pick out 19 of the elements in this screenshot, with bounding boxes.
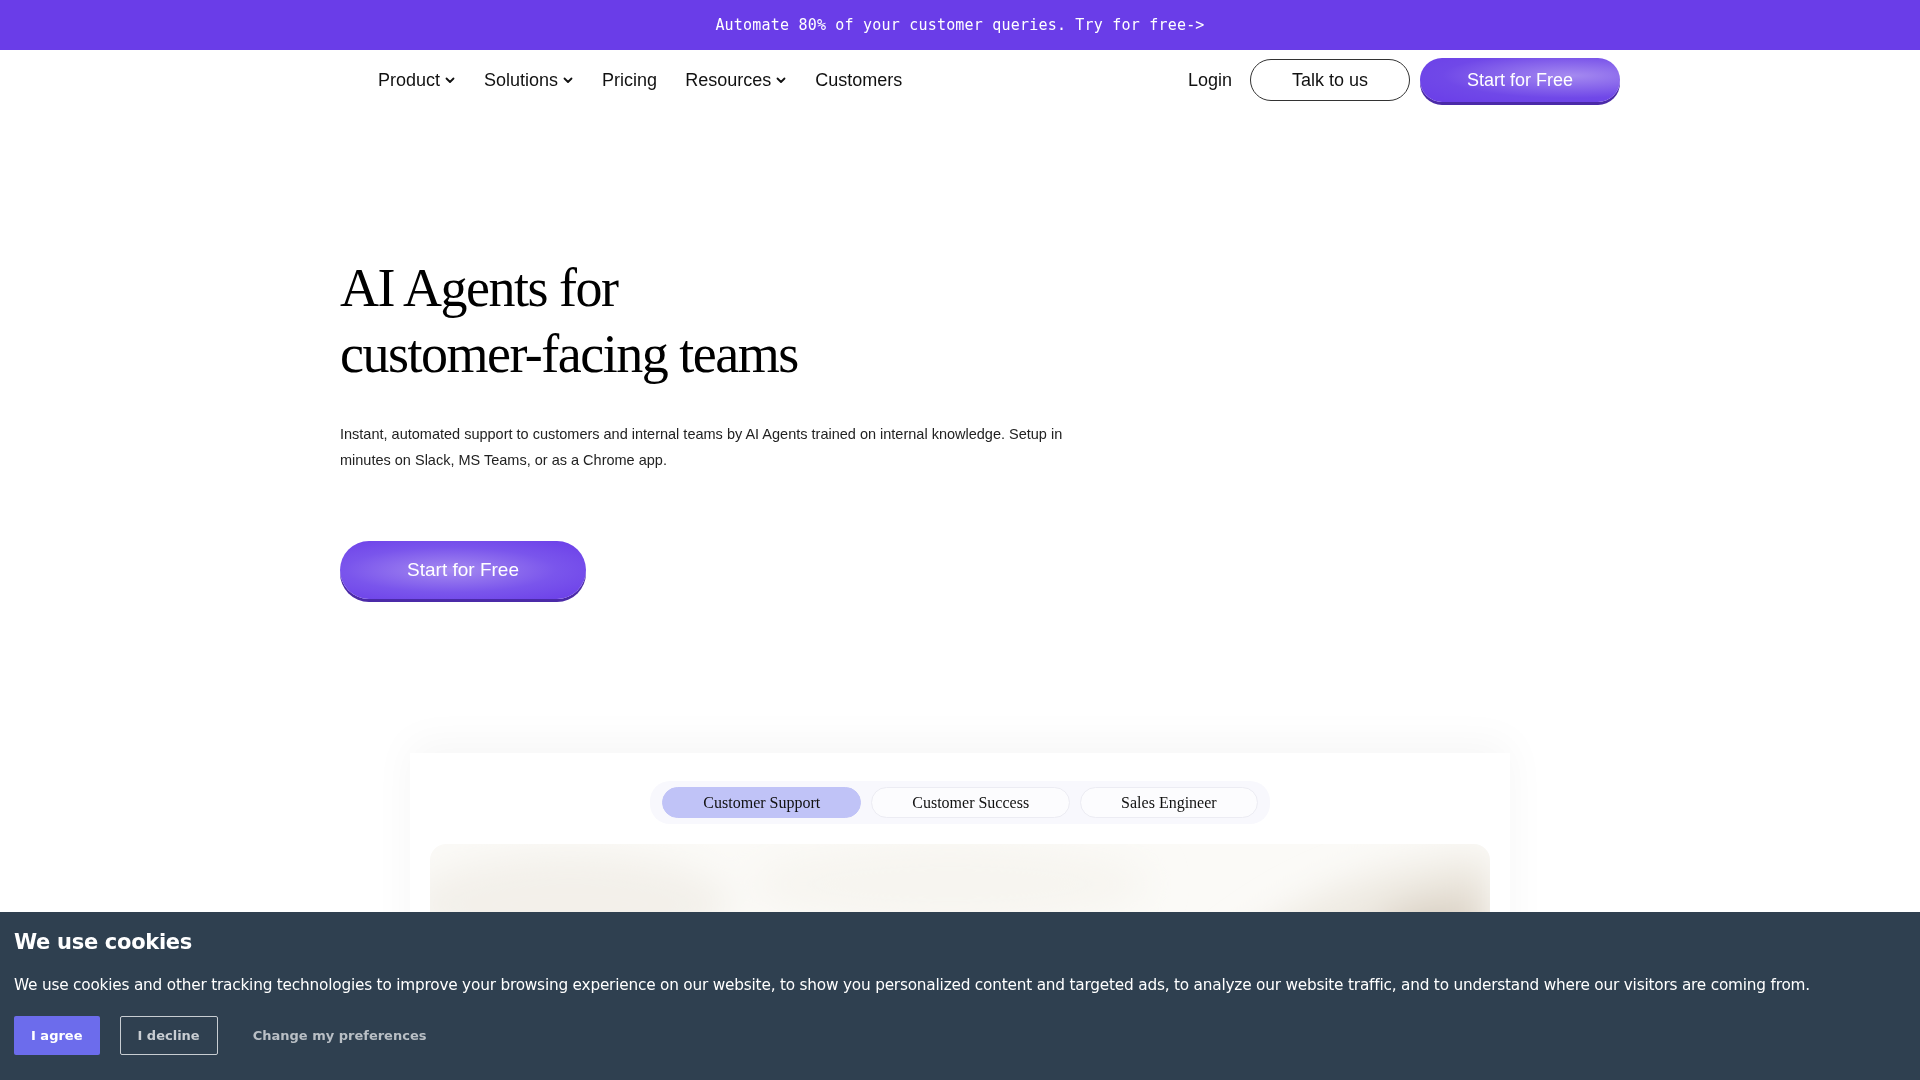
nav-link[interactable]: Solutions <box>484 69 575 91</box>
login-link[interactable]: Login <box>1187 69 1232 91</box>
hero-description: Instant, automated support to customers and internal teams by AI Agents trained on internal knowledge. Setup in minutes on Slack, MS Teams, or as a Chrome app. <box>340 425 1064 470</box>
nav-link[interactable]: Pricing <box>602 69 658 91</box>
tab[interactable]: Customer Support <box>662 787 862 818</box>
nav-link[interactable]: Product <box>378 69 457 91</box>
tab[interactable]: Sales Engineer <box>1080 787 1258 818</box>
talk-button[interactable]: Talk to us <box>1250 59 1410 101</box>
preferences-button[interactable]: Change my preferences <box>237 1016 442 1055</box>
decline-button[interactable]: I decline <box>119 1016 218 1055</box>
tab[interactable]: Customer Success <box>871 787 1071 818</box>
start-button[interactable]: Start for Free <box>1420 58 1620 102</box>
promo-link[interactable]: Automate 80% of your customer queries. Try for free-> <box>715 16 1205 34</box>
hero-heading: AI Agents for customer-facing teams <box>340 257 798 386</box>
agree-button[interactable]: I agree <box>14 1016 100 1055</box>
cookie-title: We use cookies <box>14 930 193 954</box>
nav-link[interactable]: Resources <box>685 69 788 91</box>
cookie-text: We use cookies and other tracking technologies to improve your browsing experience on our website, to show you personalized content and targeted ads, to analyze our website traffic, and to understand where our visitors are coming from. <box>14 976 1811 994</box>
nav-link[interactable]: Customers <box>815 69 903 91</box>
